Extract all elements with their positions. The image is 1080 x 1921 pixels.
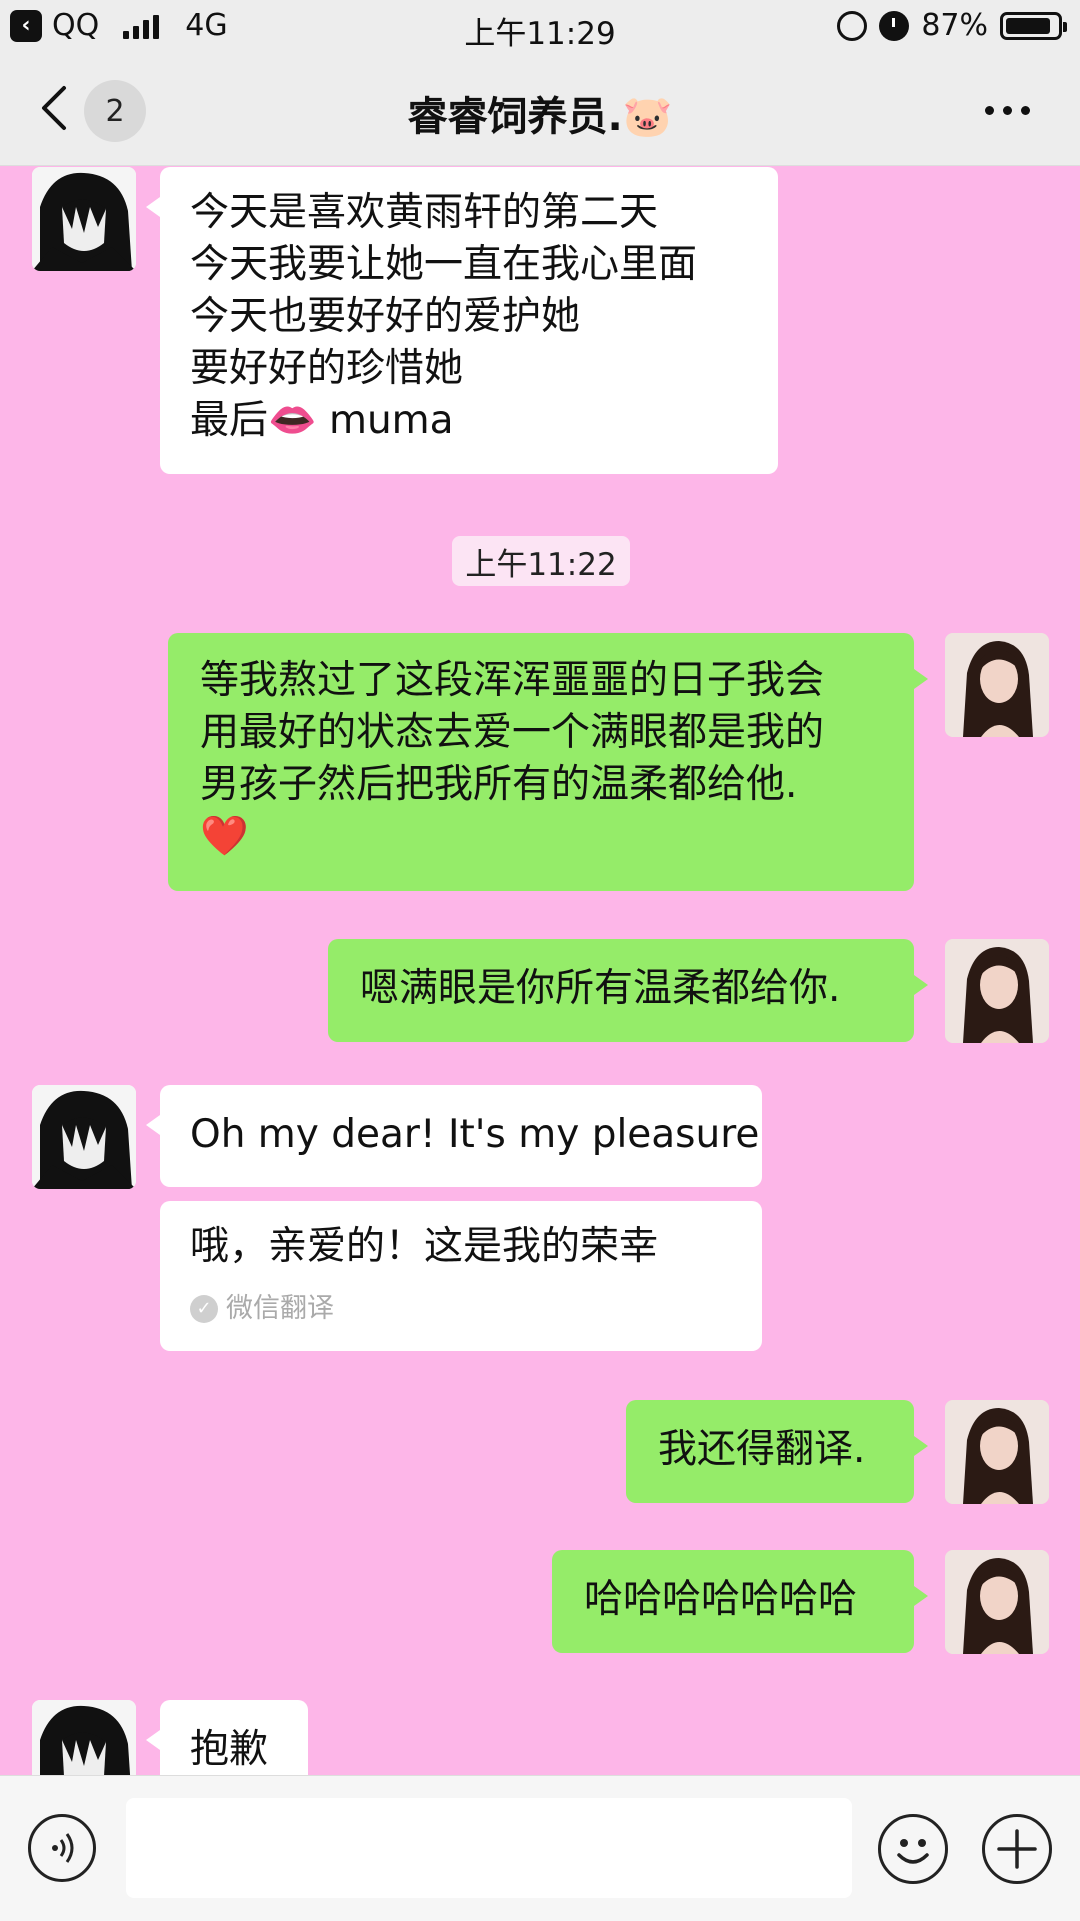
rotation-lock-icon — [837, 10, 868, 41]
message-line: 今天是喜欢黄雨轩的第二天 — [190, 190, 659, 235]
message-bubble[interactable]: Oh my dear! It's my pleasure — [146, 1085, 762, 1187]
contact-avatar[interactable] — [32, 1700, 136, 1775]
message-line: 我还得翻译. — [658, 1427, 866, 1472]
message-line: 嗯满眼是你所有温柔都给你. — [360, 966, 841, 1011]
message-bubble[interactable]: 等我熬过了这段浑浑噩噩的日子我会 用最好的状态去爱一个满眼都是我的 男孩子然后把… — [168, 633, 928, 891]
status-right: 87% — [837, 8, 1067, 43]
message-bubble[interactable]: 我还得翻译. — [626, 1400, 928, 1503]
message-line: 今天我要让她一直在我心里面 — [190, 242, 698, 287]
my-avatar[interactable] — [945, 1400, 1049, 1504]
message-line: 抱歉 — [190, 1727, 269, 1772]
message-line: ❤️ — [200, 814, 249, 859]
message-line: 等我熬过了这段浑浑噩噩的日子我会 — [200, 658, 825, 703]
translation-bubble[interactable]: 哦，亲爱的！这是我的荣幸 ✓ 微信翻译 — [160, 1201, 762, 1351]
my-avatar[interactable] — [945, 939, 1049, 1043]
translation-source: ✓ 微信翻译 — [190, 1283, 732, 1335]
message-line: 用最好的状态去爱一个满眼都是我的 — [200, 710, 825, 755]
battery-percent: 87% — [921, 8, 988, 43]
message-line: 男孩子然后把我所有的温柔都给他. — [200, 762, 798, 807]
input-bar — [0, 1775, 1080, 1921]
battery-icon — [1000, 11, 1067, 40]
more-options-icon[interactable] — [985, 106, 1030, 115]
my-avatar[interactable] — [945, 633, 1049, 737]
message-line: Oh my dear! It's my pleasure — [190, 1112, 760, 1157]
message-bubble[interactable]: 抱歉 — [146, 1700, 308, 1775]
emoji-icon[interactable] — [878, 1814, 948, 1884]
translation-text: 哦，亲爱的！这是我的荣幸 — [190, 1224, 659, 1269]
message-bubble[interactable]: 哈哈哈哈哈哈哈 — [552, 1550, 928, 1653]
chat-title: 睿睿饲养员.🐷 — [407, 94, 673, 140]
time-divider: 上午11:22 — [452, 536, 630, 586]
message-input[interactable] — [126, 1798, 852, 1898]
message-list[interactable]: 今天是喜欢黄雨轩的第二天 今天我要让她一直在我心里面 今天也要好好的爱护她 要好… — [0, 167, 1080, 1775]
contact-avatar[interactable] — [32, 167, 136, 271]
message-bubble[interactable]: 嗯满眼是你所有温柔都给你. — [328, 939, 928, 1042]
anime-avatar-icon — [32, 1085, 136, 1189]
chat-header: 2 睿睿饲养员.🐷 — [0, 54, 1080, 166]
battery-fill — [1006, 17, 1050, 34]
girl-avatar-icon — [945, 1550, 1049, 1654]
message-bubble[interactable]: 今天是喜欢黄雨轩的第二天 今天我要让她一直在我心里面 今天也要好好的爱护她 要好… — [146, 167, 778, 474]
girl-avatar-icon — [945, 1400, 1049, 1504]
anime-avatar-icon — [32, 1700, 136, 1775]
anime-avatar-icon — [32, 167, 136, 271]
message-line: 今天也要好好的爱护她 — [190, 294, 581, 339]
girl-avatar-icon — [945, 939, 1049, 1043]
alarm-icon — [879, 10, 910, 41]
voice-icon[interactable] — [28, 1814, 96, 1882]
plus-icon[interactable] — [982, 1814, 1052, 1884]
check-icon: ✓ — [190, 1295, 218, 1323]
translation-label: 微信翻译 — [226, 1293, 334, 1324]
contact-avatar[interactable] — [32, 1085, 136, 1189]
message-line: 哈哈哈哈哈哈哈 — [584, 1577, 858, 1622]
message-line: 要好好的珍惜她 — [190, 346, 464, 391]
status-bar: ‹ QQ 4G 上午11:29 87% — [0, 0, 1080, 54]
girl-avatar-icon — [945, 633, 1049, 737]
message-line: 最后👄 muma — [190, 398, 454, 443]
my-avatar[interactable] — [945, 1550, 1049, 1654]
